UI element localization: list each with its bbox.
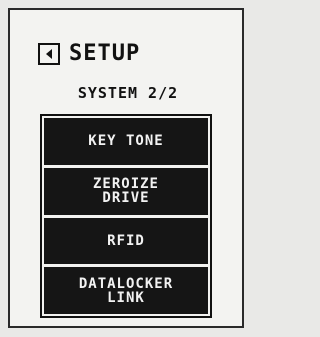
datalocker-link-button[interactable]: DATALOCKER LINK [44,267,208,314]
page-title: SETUP [69,41,141,66]
system-menu: KEY TONE ZEROIZE DRIVE RFID DATALOCKER L… [40,114,212,318]
page-subtitle: SYSTEM 2/2 [77,84,179,102]
zeroize-drive-button[interactable]: ZEROIZE DRIVE [44,167,208,215]
screen-header: SETUP [38,40,140,68]
key-tone-button[interactable]: KEY TONE [44,118,208,165]
rfid-button[interactable]: RFID [44,217,208,265]
back-arrow-icon [46,49,52,59]
back-button[interactable] [38,43,60,65]
device-screen: SETUP SYSTEM 2/2 KEY TONE ZEROIZE DRIVE … [8,8,244,328]
